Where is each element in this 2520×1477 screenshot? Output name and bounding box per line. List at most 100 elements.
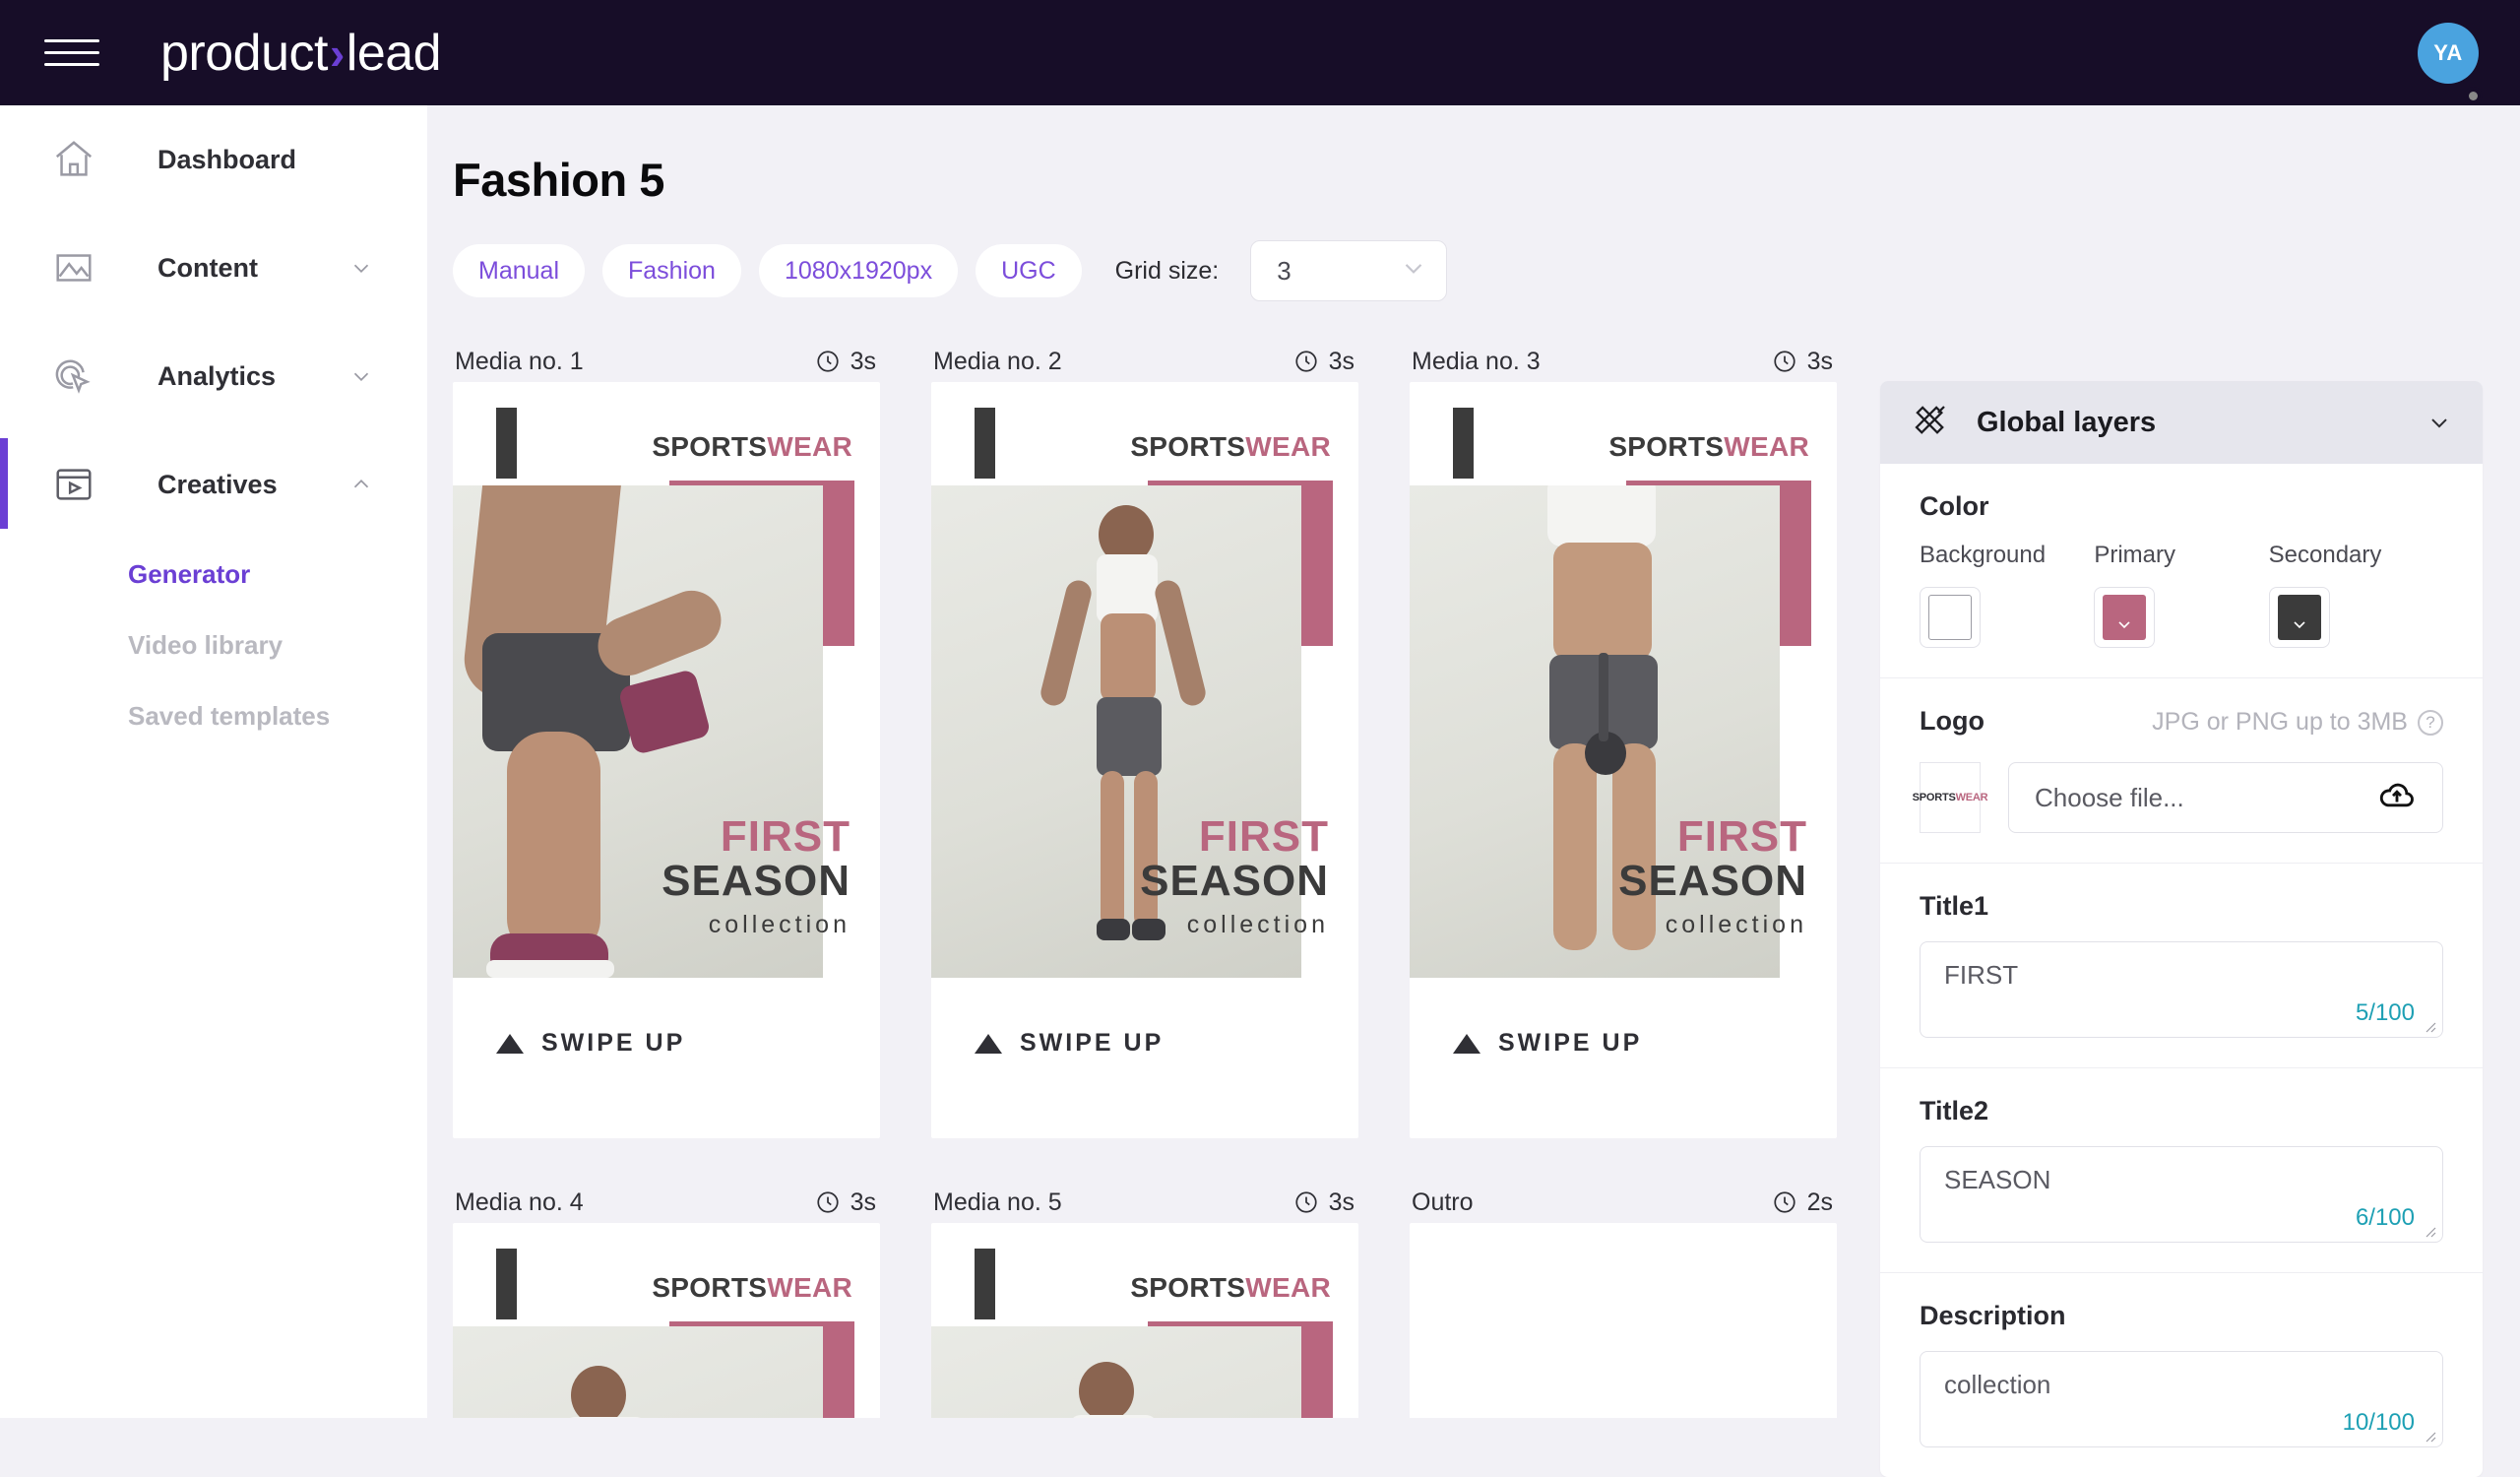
creative-card[interactable]: Media no. 3 3s SPORTSWEAR FIRST SEASON c… — [1410, 341, 1837, 1138]
card-header: Outro 2s — [1410, 1182, 1837, 1223]
sidebar-item-analytics[interactable]: Analytics — [0, 322, 427, 430]
sidebar-item-content[interactable]: Content — [0, 214, 427, 322]
card-duration: 3s — [1772, 348, 1833, 376]
creative-logo: SPORTSWEAR — [1130, 1272, 1331, 1304]
creatives-grid: Media no. 1 3s SPORTSWEAR FIRST SEASON c… — [453, 341, 1843, 1418]
creative-card[interactable]: Media no. 1 3s SPORTSWEAR FIRST SEASON c… — [453, 341, 880, 1138]
creative-logo-a: SPORTS — [652, 431, 768, 462]
resize-handle[interactable] — [2423, 1224, 2436, 1238]
image-icon — [47, 241, 100, 294]
creative-logo-a: SPORTS — [1608, 431, 1725, 462]
resize-handle[interactable] — [2423, 1429, 2436, 1443]
help-icon[interactable]: ? — [2418, 709, 2443, 736]
secondary-color-picker[interactable] — [2268, 587, 2330, 648]
title1-value: FIRST — [1944, 960, 2019, 990]
creative-card[interactable]: Media no. 2 3s SPORTSWEAR FIRST SEASON c… — [931, 341, 1358, 1138]
decorative-bar — [975, 408, 995, 479]
sidebar-subitem-saved-templates[interactable]: Saved templates — [0, 680, 427, 751]
global-layers-header[interactable]: Global layers — [1880, 381, 2483, 464]
title2-label: Title2 — [1920, 1096, 1989, 1125]
creative-preview[interactable]: SPORTSWEAR FIRST SEASON collection SWIPE… — [1410, 382, 1837, 1138]
chip-label: Manual — [478, 256, 559, 285]
main-content: Fashion 5 Manual Fashion 1080x1920px UGC… — [427, 105, 1843, 1418]
avatar-initials: YA — [2433, 40, 2463, 65]
clock-icon — [815, 349, 841, 374]
sidebar-subitem-video-library[interactable]: Video library — [0, 610, 427, 680]
chevron-down-icon[interactable] — [348, 363, 374, 389]
card-title: Media no. 5 — [933, 1188, 1062, 1216]
color-field-secondary: Secondary — [2268, 542, 2443, 648]
title1-section: Title1 FIRST 5/100 — [1880, 864, 2483, 1068]
page-title: Fashion 5 — [453, 154, 664, 206]
creative-logo-b: WEAR — [1724, 431, 1809, 462]
brand-logo[interactable]: product › lead — [160, 24, 442, 83]
card-header: Media no. 2 3s — [931, 341, 1358, 382]
creative-title2: SEASON — [662, 857, 850, 905]
clock-icon — [815, 1189, 841, 1215]
sidebar-subitem-generator[interactable]: Generator — [0, 539, 427, 610]
choose-file-button[interactable]: Choose file... — [2008, 762, 2443, 833]
global-layers-title: Global layers — [1977, 406, 2157, 438]
chip-manual[interactable]: Manual — [453, 244, 585, 297]
card-duration: 3s — [1293, 348, 1354, 376]
sidebar-subitem-label: Video library — [128, 629, 284, 660]
creative-preview[interactable]: SPORTSWEAR FIRST SEASON collection SWIPE… — [453, 382, 880, 1138]
home-icon — [47, 133, 100, 186]
creative-cta: SWIPE UP — [1453, 1029, 1642, 1058]
creative-preview[interactable]: SPORTSWEAR FIRST SEASON collection SWIPE… — [931, 382, 1358, 1138]
creative-logo-b: WEAR — [767, 1272, 852, 1303]
card-duration: 2s — [1772, 1188, 1833, 1217]
right-panel: Global layers Color Background Primary S… — [1843, 105, 2520, 1477]
primary-color-picker[interactable] — [2094, 587, 2156, 648]
sidebar-item-creatives[interactable]: Creatives — [0, 430, 427, 539]
secondary-swatch — [2277, 595, 2321, 640]
chevron-down-icon[interactable] — [2426, 409, 2453, 436]
creative-logo: SPORTSWEAR — [1130, 431, 1331, 463]
chevron-down-icon[interactable] — [348, 255, 374, 281]
sidebar-subitem-label: Generator — [128, 558, 251, 589]
card-duration-label: 3s — [850, 1188, 876, 1216]
chevron-right-icon: › — [329, 27, 345, 79]
creative-card-outro[interactable]: Outro 2s SPORTSWEAR — [1410, 1182, 1837, 1418]
triangle-up-icon — [1453, 1033, 1480, 1054]
title2-input[interactable]: SEASON 6/100 — [1920, 1146, 2443, 1243]
brand-name-right: lead — [346, 24, 442, 82]
avatar-status-dot — [2464, 87, 2483, 105]
description-value: collection — [1944, 1370, 2051, 1399]
creative-card[interactable]: Media no. 5 3s SPORTSWEAR FIR — [931, 1182, 1358, 1418]
title1-input[interactable]: FIRST 5/100 — [1920, 941, 2443, 1038]
chip-dimensions[interactable]: 1080x1920px — [758, 244, 959, 297]
creative-preview-outro[interactable]: SPORTSWEAR — [1410, 1223, 1837, 1418]
creative-logo-b: WEAR — [1245, 1272, 1331, 1303]
avatar[interactable]: YA — [2418, 23, 2479, 84]
creative-preview[interactable]: SPORTSWEAR FIRST SEASON collection SWIPE… — [931, 1223, 1358, 1418]
creative-photo — [931, 1326, 1301, 1418]
clock-icon — [1293, 349, 1319, 374]
resize-handle[interactable] — [2423, 1019, 2436, 1033]
hamburger-menu-icon[interactable] — [44, 31, 99, 76]
sidebar-item-dashboard[interactable]: Dashboard — [0, 105, 427, 214]
title2-value: SEASON — [1944, 1165, 2051, 1194]
chip-fashion[interactable]: Fashion — [602, 244, 741, 297]
card-header: Media no. 1 3s — [453, 341, 880, 382]
chevron-up-icon[interactable] — [348, 472, 374, 497]
card-duration-label: 3s — [1328, 1188, 1354, 1216]
clock-icon — [1772, 1189, 1797, 1215]
background-color-picker[interactable] — [1920, 587, 1981, 648]
decorative-bar — [975, 1249, 995, 1319]
grid-size-label: Grid size: — [1114, 256, 1220, 285]
sidebar-item-label: Content — [158, 252, 258, 283]
creative-cta: SWIPE UP — [975, 1029, 1164, 1058]
description-label: Description — [1920, 1301, 2066, 1330]
creative-title2: SEASON — [1618, 857, 1807, 905]
grid-size-select[interactable]: 3 — [1250, 240, 1448, 301]
logo-hint: JPG or PNG up to 3MB ? — [2152, 708, 2443, 737]
sidebar-item-label: Dashboard — [158, 144, 297, 174]
creative-preview[interactable]: SPORTSWEAR FIRST SEASON collection SWIPE… — [453, 1223, 880, 1418]
logo-hint-label: JPG or PNG up to 3MB — [2152, 708, 2408, 736]
creative-card[interactable]: Media no. 4 3s SPORTSWEAR FIR — [453, 1182, 880, 1418]
description-input[interactable]: collection 10/100 — [1920, 1351, 2443, 1447]
chip-ugc[interactable]: UGC — [976, 244, 1082, 297]
grid-size-value: 3 — [1277, 255, 1292, 286]
card-title: Media no. 1 — [455, 347, 584, 375]
